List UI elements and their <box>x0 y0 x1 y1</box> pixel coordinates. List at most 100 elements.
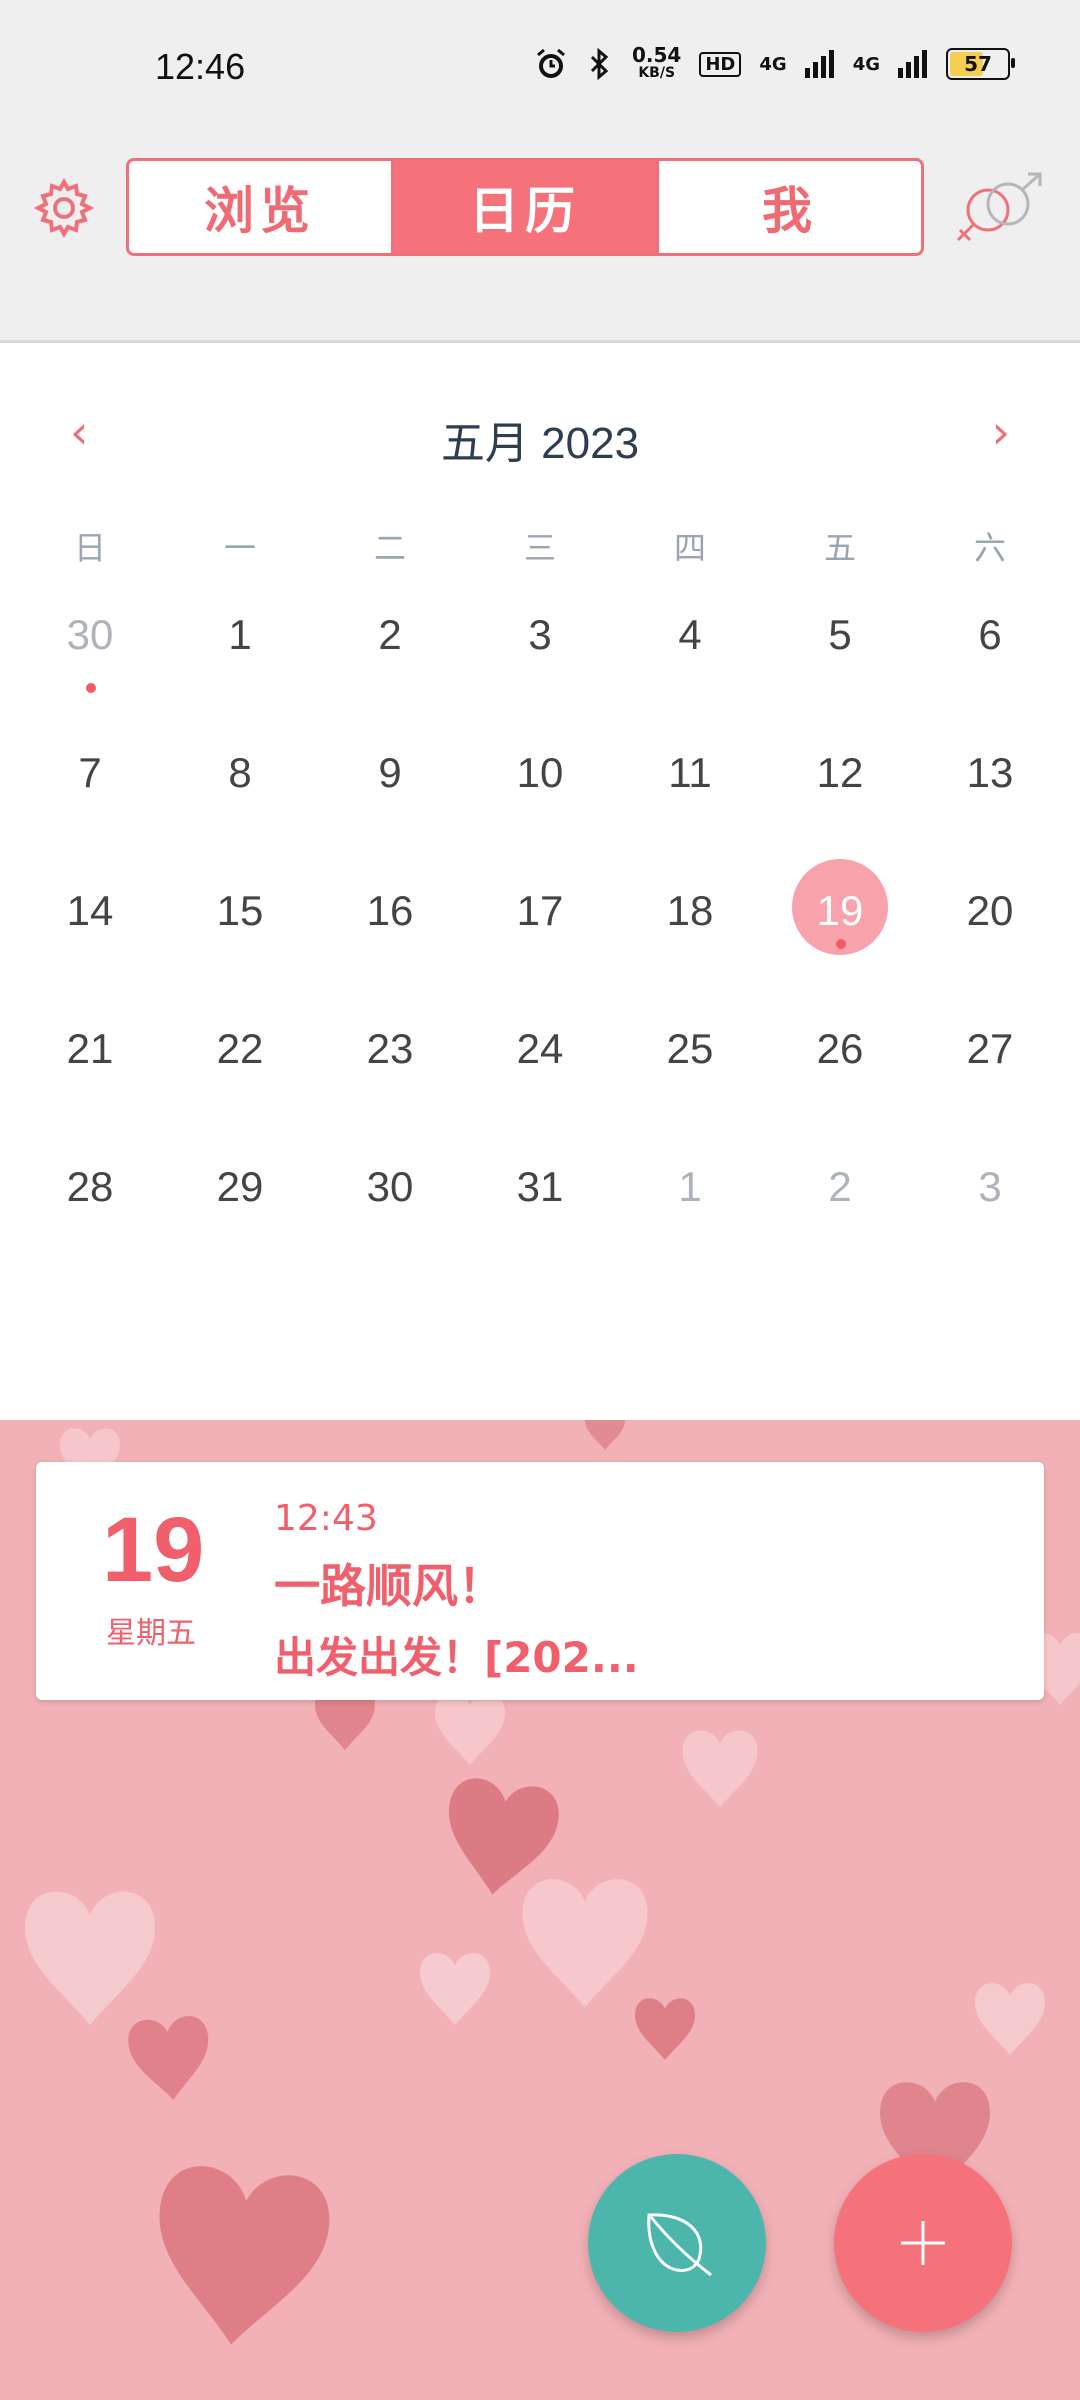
day-cell[interactable]: 29 <box>165 1155 315 1293</box>
day-cell[interactable]: 1 <box>165 603 315 741</box>
day-cell[interactable]: 7 <box>15 741 165 879</box>
heart-icon <box>435 1693 505 1765</box>
weekday-label: 三 <box>523 529 556 567</box>
signal-4g-2: 4G <box>852 53 880 75</box>
day-number: 9 <box>378 749 402 796</box>
week-row: 30 1 2 3 4 5 6 <box>15 603 1065 741</box>
day-cell[interactable]: 24 <box>465 1017 615 1155</box>
tab-browse[interactable]: 浏览 <box>129 161 391 253</box>
week-row: 14 15 16 17 18 19 20 <box>15 859 1065 1017</box>
weekday-label: 日 <box>73 529 106 567</box>
app-header: 浏览 日历 我 <box>0 130 1080 343</box>
status-time: 12:46 <box>155 46 246 87</box>
heart-icon <box>975 1983 1045 2055</box>
event-dot <box>86 683 96 693</box>
day-cell[interactable]: 30 <box>15 603 165 741</box>
month-nav: ‹ 五月 2023 › <box>0 405 1080 468</box>
tab-calendar[interactable]: 日历 <box>391 161 656 253</box>
day-cell[interactable]: 3 <box>915 1155 1065 1293</box>
tab-bar: 浏览 日历 我 <box>126 158 924 256</box>
day-number: 1 <box>228 611 252 658</box>
day-cell[interactable]: 9 <box>315 741 465 879</box>
day-cell[interactable]: 22 <box>165 1017 315 1155</box>
day-cell[interactable]: 12 <box>765 741 915 879</box>
add-button[interactable] <box>834 2154 1012 2332</box>
day-grid: 30 1 2 3 4 5 6 7 8 9 10 11 12 13 14 15 1… <box>15 603 1065 1293</box>
speed-value: 0.54 <box>632 43 682 67</box>
event-preview: 出发出发！[202... <box>274 1633 639 1682</box>
day-cell[interactable]: 17 <box>465 879 615 1017</box>
calendar: ‹ 五月 2023 › 日 一 二 三 四 五 六 30 1 2 3 4 5 6… <box>0 343 1080 1420</box>
day-number: 31 <box>516 1163 564 1210</box>
heart-icon <box>146 2162 334 2354</box>
next-month-button[interactable]: › <box>992 405 1010 459</box>
event-title: 一路顺风！ <box>274 1559 504 1613</box>
day-cell[interactable]: 26 <box>765 1017 915 1155</box>
day-number: 19 <box>816 887 864 934</box>
network-speed: 0.54 KB/S <box>632 43 682 82</box>
weekday-label: 二 <box>373 529 406 567</box>
day-number: 12 <box>816 749 864 796</box>
gender-symbol-icon[interactable] <box>950 170 1050 250</box>
day-cell[interactable]: 16 <box>315 879 465 1017</box>
day-number: 15 <box>216 887 264 934</box>
day-cell[interactable]: 2 <box>765 1155 915 1293</box>
weekday-label: 五 <box>823 529 856 567</box>
day-cell[interactable]: 18 <box>615 879 765 1017</box>
day-cell[interactable]: 20 <box>915 879 1065 1017</box>
day-number: 1 <box>678 1163 702 1210</box>
day-cell-selected[interactable]: 19 <box>765 859 915 1017</box>
week-row: 21 22 23 24 25 26 27 <box>15 1017 1065 1155</box>
day-number: 7 <box>78 749 102 796</box>
day-number: 30 <box>66 611 114 658</box>
heart-icon <box>585 1420 625 1450</box>
battery-level: 57 <box>964 52 992 76</box>
day-number: 16 <box>366 887 414 934</box>
day-cell[interactable]: 25 <box>615 1017 765 1155</box>
heart-icon <box>522 1879 648 2008</box>
day-number: 27 <box>966 1025 1014 1072</box>
day-cell[interactable]: 2 <box>315 603 465 741</box>
tab-me[interactable]: 我 <box>656 161 921 253</box>
day-cell[interactable]: 6 <box>915 603 1065 741</box>
gear-icon[interactable] <box>34 178 94 238</box>
month-title: 五月 2023 <box>440 419 640 468</box>
heart-icon <box>635 1998 695 2060</box>
event-weekday: 星期五 <box>106 1616 196 1651</box>
bluetooth-icon <box>590 47 609 81</box>
leaf-icon <box>647 2213 712 2277</box>
day-cell[interactable]: 3 <box>465 603 615 741</box>
day-cell[interactable]: 31 <box>465 1155 615 1293</box>
day-number: 3 <box>528 611 552 658</box>
day-cell[interactable]: 13 <box>915 741 1065 879</box>
event-day-number: 19 <box>102 1499 205 1601</box>
day-cell[interactable]: 28 <box>15 1155 165 1293</box>
day-number: 14 <box>66 887 114 934</box>
day-cell[interactable]: 4 <box>615 603 765 741</box>
day-number: 22 <box>216 1025 264 1072</box>
day-cell[interactable]: 14 <box>15 879 165 1017</box>
signal-bars-icon <box>898 50 927 78</box>
day-cell[interactable]: 23 <box>315 1017 465 1155</box>
day-number: 10 <box>516 749 564 796</box>
weekday-header: 日 一 二 三 四 五 六 <box>0 523 1080 569</box>
day-cell[interactable]: 21 <box>15 1017 165 1155</box>
heart-icon <box>682 1730 758 1808</box>
signal-bars-icon <box>804 50 834 78</box>
day-number: 6 <box>978 611 1002 658</box>
day-cell[interactable]: 15 <box>165 879 315 1017</box>
day-cell[interactable]: 11 <box>615 741 765 879</box>
day-cell[interactable]: 27 <box>915 1017 1065 1155</box>
event-card[interactable]: 19 星期五 12:43 一路顺风！ 出发出发！[202... <box>36 1462 1044 1700</box>
day-number: 2 <box>378 611 402 658</box>
week-row: 28 29 30 31 1 2 3 <box>15 1155 1065 1293</box>
day-number: 29 <box>216 1163 264 1210</box>
day-cell[interactable]: 8 <box>165 741 315 879</box>
day-cell[interactable]: 10 <box>465 741 615 879</box>
day-cell[interactable]: 5 <box>765 603 915 741</box>
leaf-button[interactable] <box>588 2154 766 2332</box>
day-cell[interactable]: 30 <box>315 1155 465 1293</box>
day-cell[interactable]: 1 <box>615 1155 765 1293</box>
plus-icon <box>901 2221 945 2265</box>
day-number: 8 <box>228 749 252 796</box>
